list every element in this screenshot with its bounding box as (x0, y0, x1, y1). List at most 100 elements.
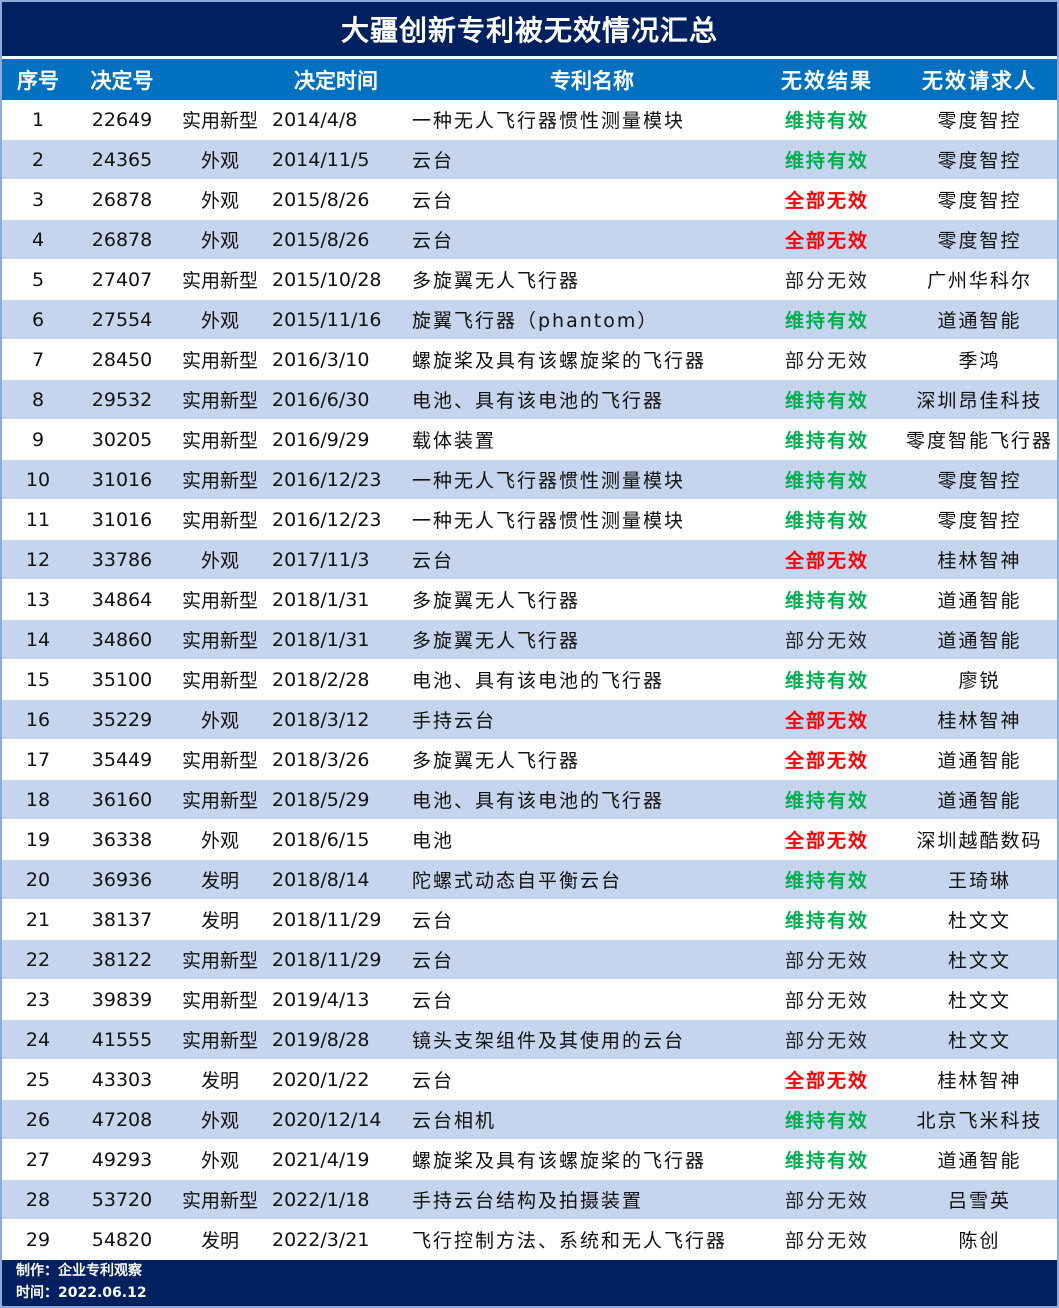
cell-decision-no: 27554 (91, 308, 153, 331)
cell-decision-date: 2018/2/28 (272, 668, 370, 691)
cell-decision-date: 2015/11/16 (272, 308, 382, 331)
cell-index: 19 (25, 828, 51, 851)
table-row: 13 34864 实用新型 2018/1/31 多旋翼无人飞行器 维持有效 道通智能 (2, 580, 1057, 620)
cell-patent-type: 实用新型 (181, 1030, 258, 1052)
table-row: 4 26878 外观 2015/8/26 云台 全部无效 零度智控 (2, 220, 1057, 260)
cell-result: 维持有效 (784, 1150, 869, 1172)
cell-requester: 零度智控 (937, 470, 1022, 492)
table-row: 21 38137 发明 2018/11/29 云台 维持有效 杜文文 (2, 900, 1057, 940)
cell-patent-type: 发明 (200, 870, 239, 892)
cell-decision-date: 2018/5/29 (272, 788, 370, 811)
cell-result: 部分无效 (784, 350, 869, 372)
cell-patent-type: 实用新型 (181, 390, 258, 412)
cell-result: 部分无效 (784, 270, 869, 292)
cell-requester: 桂林智神 (937, 710, 1022, 732)
cell-patent-name: 电池、具有该电池的飞行器 (412, 790, 665, 812)
cell-index: 10 (25, 468, 51, 491)
cell-index: 9 (31, 428, 45, 451)
cell-patent-name: 载体装置 (412, 430, 497, 452)
cell-result: 维持有效 (784, 110, 869, 132)
cell-patent-name: 云台 (412, 990, 455, 1012)
cell-decision-date: 2019/8/28 (272, 1028, 370, 1051)
table-row: 19 36338 外观 2018/6/15 电池 全部无效 深圳越酷数码 (2, 820, 1057, 860)
cell-patent-name: 旋翼飞行器（phantom） (412, 310, 659, 332)
header-decision-date: 决定时间 (294, 68, 378, 93)
table-row: 25 43303 发明 2020/1/22 云台 全部无效 桂林智神 (2, 1060, 1057, 1100)
table-row: 28 53720 实用新型 2022/1/18 手持云台结构及拍摄装置 部分无效 吕雪英 (2, 1180, 1057, 1220)
cell-result: 维持有效 (784, 310, 869, 332)
cell-decision-date: 2014/11/5 (272, 148, 370, 171)
cell-index: 26 (25, 1108, 51, 1131)
table-row: 24 41555 实用新型 2019/8/28 镜头支架组件及其使用的云台 部分无效 杜文文 (2, 1020, 1057, 1060)
cell-requester: 廖锐 (958, 670, 1001, 692)
cell-decision-date: 2018/8/14 (272, 868, 370, 891)
cell-result: 部分无效 (784, 1190, 869, 1212)
cell-patent-type: 外观 (200, 710, 239, 732)
cell-decision-no: 26878 (91, 188, 153, 211)
cell-requester: 桂林智神 (937, 550, 1022, 572)
cell-decision-no: 27407 (91, 268, 153, 291)
cell-result: 全部无效 (784, 1070, 869, 1092)
cell-index: 2 (31, 148, 45, 171)
cell-result: 部分无效 (784, 630, 869, 652)
cell-requester: 陈创 (958, 1230, 1001, 1252)
cell-index: 17 (25, 748, 51, 771)
cell-requester: 吕雪英 (947, 1190, 1011, 1212)
cell-decision-date: 2018/3/12 (272, 708, 370, 731)
cell-decision-date: 2016/12/23 (272, 508, 382, 531)
cell-patent-name: 一种无人飞行器惯性测量模块 (412, 510, 686, 532)
cell-result: 维持有效 (784, 910, 869, 932)
cell-decision-date: 2015/10/28 (272, 268, 382, 291)
cell-patent-name: 多旋翼无人飞行器 (412, 270, 581, 292)
cell-patent-type: 外观 (200, 190, 239, 212)
summary-table: 大疆创新专利被无效情况汇总 序号 决定号 决定时间 专利名称 无效结果 无效请求… (0, 0, 1059, 1308)
header-result: 无效结果 (781, 68, 873, 93)
cell-index: 1 (31, 108, 45, 131)
cell-result: 全部无效 (784, 550, 869, 572)
cell-index: 16 (25, 708, 51, 731)
cell-patent-name: 一种无人飞行器惯性测量模块 (412, 470, 686, 492)
cell-patent-type: 外观 (200, 550, 239, 572)
table-row: 15 35100 实用新型 2018/2/28 电池、具有该电池的飞行器 维持有效 廖锐 (2, 660, 1057, 700)
cell-index: 23 (25, 988, 51, 1011)
table-row: 1 22649 实用新型 2014/4/8 一种无人飞行器惯性测量模块 维持有效 零度智控 (2, 100, 1057, 140)
cell-decision-no: 34860 (91, 628, 153, 651)
cell-patent-name: 镜头支架组件及其使用的云台 (412, 1030, 686, 1052)
cell-requester: 王琦琳 (947, 870, 1011, 892)
cell-decision-no: 38137 (91, 908, 153, 931)
table-row: 8 29532 实用新型 2016/6/30 电池、具有该电池的飞行器 维持有效 深圳昂佳科… (2, 380, 1057, 420)
cell-decision-no: 29532 (91, 388, 153, 411)
cell-patent-type: 实用新型 (181, 430, 258, 452)
cell-patent-name: 一种无人飞行器惯性测量模块 (412, 110, 686, 132)
cell-decision-no: 33786 (91, 548, 153, 571)
table-row: 6 27554 外观 2015/11/16 旋翼飞行器（phantom） 维持有效 道通智能 (2, 300, 1057, 340)
cell-decision-date: 2015/8/26 (272, 228, 370, 251)
cell-patent-type: 实用新型 (181, 510, 258, 532)
cell-decision-no: 36936 (91, 868, 153, 891)
cell-decision-date: 2018/11/29 (272, 908, 382, 931)
cell-index: 25 (25, 1068, 51, 1091)
cell-decision-no: 35229 (91, 708, 153, 731)
table-row: 18 36160 实用新型 2018/5/29 电池、具有该电池的飞行器 维持有效 道通智能 (2, 780, 1057, 820)
cell-decision-date: 2017/11/3 (272, 548, 370, 571)
cell-decision-date: 2018/3/26 (272, 748, 370, 771)
cell-index: 27 (25, 1148, 51, 1171)
cell-decision-date: 2018/1/31 (272, 628, 370, 651)
cell-index: 11 (25, 508, 51, 531)
cell-patent-type: 外观 (200, 1150, 239, 1172)
cell-decision-no: 41555 (91, 1028, 153, 1051)
cell-index: 3 (31, 188, 45, 211)
cell-result: 维持有效 (784, 470, 869, 492)
cell-decision-no: 47208 (91, 1108, 153, 1131)
cell-requester: 道通智能 (937, 590, 1022, 612)
cell-patent-name: 飞行控制方法、系统和无人飞行器 (412, 1230, 728, 1252)
table-row: 23 39839 实用新型 2019/4/13 云台 部分无效 杜文文 (2, 980, 1057, 1020)
cell-index: 7 (31, 348, 45, 371)
cell-requester: 北京飞米科技 (916, 1110, 1043, 1132)
table-row: 2 24365 外观 2014/11/5 云台 维持有效 零度智控 (2, 140, 1057, 180)
header-patent-name: 专利名称 (550, 68, 634, 93)
cell-decision-no: 43303 (91, 1068, 153, 1091)
cell-decision-no: 31016 (91, 508, 153, 531)
cell-patent-type: 外观 (200, 230, 239, 252)
cell-requester: 道通智能 (937, 790, 1022, 812)
